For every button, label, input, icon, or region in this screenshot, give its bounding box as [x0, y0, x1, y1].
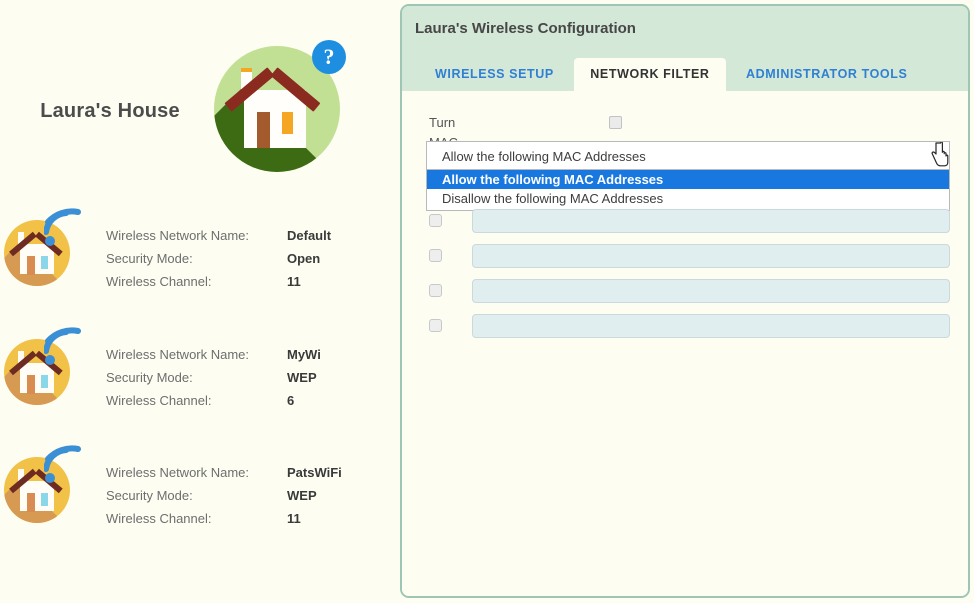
- network-name-line: Wireless Network Name: Default: [106, 224, 386, 247]
- security-mode-value: Open: [287, 251, 321, 266]
- security-mode-line: Security Mode: WEP: [106, 366, 386, 389]
- mac-address-checkbox[interactable]: [429, 249, 442, 262]
- network-name-label: Wireless Network Name:: [106, 465, 250, 480]
- security-mode-label: Security Mode:: [106, 370, 193, 385]
- wireless-channel-label: Wireless Channel:: [106, 511, 212, 526]
- wifi-signal-icon: [44, 445, 81, 483]
- wireless-channel-label: Wireless Channel:: [106, 393, 212, 408]
- list-item[interactable]: Wireless Network Name: Default Security …: [0, 200, 396, 296]
- mac-policy-option-allow[interactable]: Allow the following MAC Addresses: [427, 170, 949, 189]
- wifi-house-icon: [4, 327, 88, 407]
- list-item[interactable]: Wireless Network Name: MyWi Security Mod…: [0, 319, 396, 415]
- security-mode-line: Security Mode: Open: [106, 247, 386, 270]
- wifi-house-window: [41, 256, 48, 269]
- hand-cursor-icon: [931, 142, 949, 167]
- house-door: [257, 112, 270, 148]
- wireless-channel-line: Wireless Channel: 11: [106, 270, 386, 293]
- configuration-panel: Laura's Wireless Configuration WIRELESS …: [400, 4, 970, 598]
- mac-address-checkbox[interactable]: [429, 284, 442, 297]
- tab-administrator-tools[interactable]: ADMINISTRATOR TOOLS: [730, 58, 923, 91]
- security-mode-value: WEP: [287, 488, 317, 503]
- security-mode-label: Security Mode:: [106, 251, 193, 266]
- mac-filtering-checkbox[interactable]: [609, 116, 622, 129]
- page-title: Laura's House: [40, 100, 180, 122]
- wireless-channel-value: 6: [287, 393, 295, 408]
- wifi-signal-icon: [44, 327, 81, 365]
- mac-address-input[interactable]: [472, 279, 950, 303]
- mac-address-input[interactable]: [472, 314, 950, 338]
- network-info: Wireless Network Name: Default Security …: [106, 224, 386, 293]
- house-illustration: ?: [214, 40, 346, 172]
- wireless-channel-line: Wireless Channel: 6: [106, 389, 386, 412]
- network-name-value: PatsWiFi: [287, 465, 342, 480]
- network-name-label: Wireless Network Name:: [106, 228, 250, 243]
- wifi-house-door: [27, 493, 35, 512]
- security-mode-value: WEP: [287, 370, 317, 385]
- mac-policy-option-list: Allow the following MAC Addresses Disall…: [426, 170, 950, 211]
- mac-policy-dropdown[interactable]: Allow the following MAC Addresses Allow …: [426, 141, 950, 211]
- help-icon[interactable]: ?: [312, 40, 346, 74]
- mac-address-input[interactable]: [472, 244, 950, 268]
- network-name-line: Wireless Network Name: MyWi: [106, 343, 386, 366]
- mac-policy-option-disallow[interactable]: Disallow the following MAC Addresses: [427, 189, 949, 208]
- list-item[interactable]: Wireless Network Name: PatsWiFi Security…: [0, 437, 396, 533]
- security-mode-line: Security Mode: WEP: [106, 484, 386, 507]
- network-info: Wireless Network Name: PatsWiFi Security…: [106, 461, 386, 530]
- mac-address-row: [402, 314, 968, 338]
- tab-bar: WIRELESS SETUP NETWORK FILTER ADMINISTRA…: [419, 58, 923, 91]
- tab-wireless-setup[interactable]: WIRELESS SETUP: [419, 58, 570, 91]
- panel-body: Turn MAC Filtering ON: Allow the followi…: [402, 91, 968, 596]
- wireless-channel-label: Wireless Channel:: [106, 274, 212, 289]
- wifi-house-window: [41, 493, 48, 506]
- wireless-channel-line: Wireless Channel: 11: [106, 507, 386, 530]
- network-name-value: Default: [287, 228, 332, 243]
- security-mode-label: Security Mode:: [106, 488, 193, 503]
- wifi-house-door: [27, 256, 35, 275]
- mac-address-checkbox[interactable]: [429, 319, 442, 332]
- network-info: Wireless Network Name: MyWi Security Mod…: [106, 343, 386, 412]
- mac-address-input[interactable]: [472, 209, 950, 233]
- tab-network-filter[interactable]: NETWORK FILTER: [574, 58, 726, 91]
- wifi-signal-icon: [44, 208, 81, 246]
- wireless-channel-value: 11: [287, 274, 301, 289]
- panel-header: Laura's Wireless Configuration WIRELESS …: [402, 6, 968, 91]
- wifi-house-window: [41, 375, 48, 388]
- left-sidebar: Laura's House ? Wireless Network Name: D…: [0, 0, 396, 603]
- mac-address-checkbox[interactable]: [429, 214, 442, 227]
- wireless-channel-value: 11: [287, 511, 301, 526]
- house-header: Laura's House ?: [0, 18, 396, 172]
- mac-address-row: [402, 244, 968, 268]
- network-name-label: Wireless Network Name:: [106, 347, 250, 362]
- wifi-house-icon: [4, 445, 88, 525]
- mac-address-row: [402, 209, 968, 233]
- panel-title: Laura's Wireless Configuration: [415, 20, 636, 37]
- network-name-line: Wireless Network Name: PatsWiFi: [106, 461, 386, 484]
- network-name-value: MyWi: [287, 347, 321, 362]
- house-window: [282, 112, 293, 134]
- wifi-house-icon: [4, 208, 88, 288]
- house-body: [244, 90, 306, 148]
- mac-policy-selected-value[interactable]: Allow the following MAC Addresses: [426, 141, 950, 170]
- mac-address-row: [402, 279, 968, 303]
- wifi-house-door: [27, 375, 35, 394]
